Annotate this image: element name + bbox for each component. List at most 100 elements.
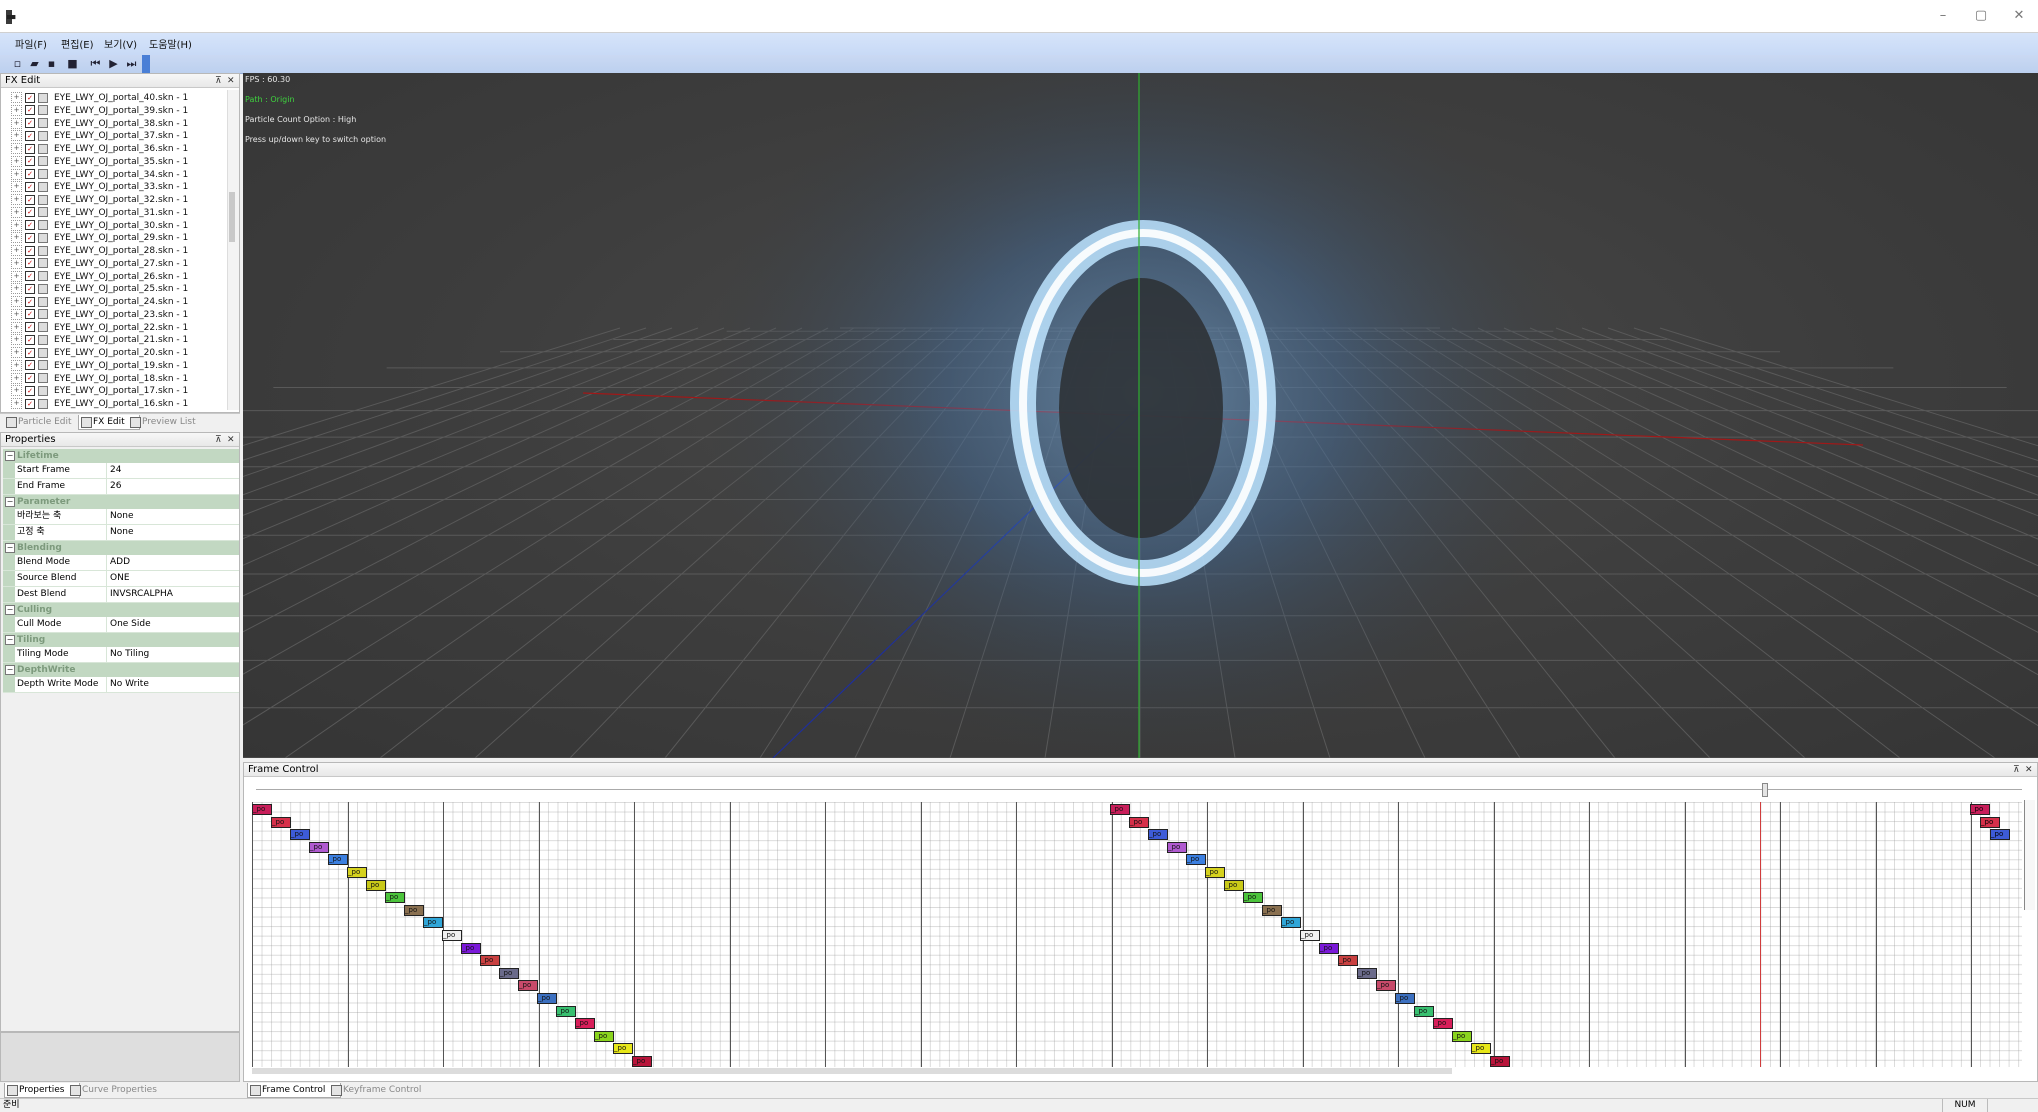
expand-icon[interactable]: + [11,92,22,103]
expand-icon[interactable]: + [11,347,22,358]
keyframe-block[interactable]: _po [1186,854,1206,866]
fx-scrollbar[interactable] [227,90,239,410]
visibility-checkbox[interactable]: ✓ [25,322,35,332]
visibility-checkbox[interactable]: ✓ [25,271,35,281]
keyframe-block[interactable]: _po [1471,1043,1491,1055]
keyframe-block[interactable]: _po [347,867,367,878]
panel-close-icon[interactable]: ✕ [227,433,235,447]
keyframe-block[interactable]: _po [1970,804,1990,815]
visibility-checkbox[interactable]: ✓ [25,309,35,320]
expand-icon[interactable]: + [11,232,22,244]
keyframe-block[interactable]: _po [271,816,291,828]
tab-frame-control[interactable]: Frame Control [247,1083,341,1098]
expand-icon[interactable]: + [11,321,22,333]
expand-icon[interactable]: + [11,219,22,231]
keyframe-block[interactable]: _po [1319,942,1339,954]
tab-particle-edit[interactable]: Particle Edit [4,415,88,429]
menu-edit[interactable]: 편집(E) [58,36,97,51]
property-value[interactable]: ADD [107,555,130,570]
expand-icon[interactable]: + [11,245,22,256]
menu-file[interactable]: 파일(F) [12,36,50,51]
expand-icon[interactable]: + [11,372,22,384]
visibility-checkbox[interactable]: ✓ [25,194,35,205]
expand-icon[interactable]: + [11,155,22,167]
property-value[interactable]: 26 [107,479,121,494]
keyframe-block[interactable]: _po [1148,829,1168,841]
property-row[interactable]: Source Blend ONE [3,571,239,587]
expand-icon[interactable]: + [11,359,22,371]
fx-scroll-thumb[interactable] [229,192,235,242]
visibility-checkbox[interactable]: ✓ [25,181,35,192]
visibility-checkbox[interactable]: ✓ [25,130,35,141]
keyframe-block[interactable]: _po [385,892,405,904]
visibility-checkbox[interactable]: ✓ [25,169,35,179]
property-row[interactable]: End Frame 26 [3,479,239,495]
keyframe-block[interactable]: _po [518,980,538,992]
visibility-checkbox[interactable]: ✓ [25,143,35,154]
keyframe-block[interactable]: _po [480,955,500,967]
property-row[interactable]: Tiling Mode No Tiling [3,647,239,663]
property-category[interactable]: − DepthWrite [3,663,239,677]
keyframe-block[interactable]: _po [537,993,557,1004]
property-value[interactable]: None [107,525,133,540]
keyframe-block[interactable]: _po [1300,930,1320,941]
fx-tree-item[interactable]: + ✓ EYE_LWY_OJ_portal_22.skn - 1 [11,321,221,335]
keyframe-block[interactable]: _po [1167,841,1187,853]
expand-icon[interactable]: + [11,270,22,282]
keyframe-block[interactable]: _po [1338,955,1358,967]
fx-tree-item[interactable]: + ✓ EYE_LWY_OJ_portal_39.skn - 1 [11,104,221,118]
property-row[interactable]: 고정 축 None [3,525,239,541]
frame-grid[interactable]: _po _po _po _po _po _po _po _po _po _po _po _po _po _… [252,802,2022,1067]
keyframe-block[interactable]: _po [1990,829,2010,841]
visibility-checkbox[interactable]: ✓ [25,92,35,103]
visibility-checkbox[interactable]: ✓ [25,373,35,383]
expand-icon[interactable]: + [11,398,22,409]
keyframe-block[interactable]: _po [290,829,310,841]
property-row[interactable]: 바라보는 축 None [3,509,239,525]
fx-tree-item[interactable]: + ✓ EYE_LWY_OJ_portal_37.skn - 1 [11,130,221,143]
expand-icon[interactable]: + [11,283,22,295]
fx-tree-item[interactable]: + ✓ EYE_LWY_OJ_portal_20.skn - 1 [11,347,221,360]
visibility-checkbox[interactable]: ✓ [25,296,35,307]
expand-icon[interactable]: + [11,206,22,218]
visibility-checkbox[interactable]: ✓ [25,156,35,167]
keyframe-block[interactable]: _po [1243,892,1263,904]
keyframe-block[interactable]: _po [594,1030,614,1042]
fx-tree-item[interactable]: + ✓ EYE_LWY_OJ_portal_25.skn - 1 [11,283,221,296]
expand-icon[interactable]: + [11,143,22,154]
collapse-icon[interactable]: − [5,665,15,675]
property-category[interactable]: − Culling [3,603,239,617]
property-value[interactable]: INVSRCALPHA [107,587,173,602]
fx-tree-item[interactable]: + ✓ EYE_LWY_OJ_portal_27.skn - 1 [11,257,221,271]
open-folder-icon[interactable]: ▰ [27,56,42,71]
next-frame-icon[interactable]: ⏭ [124,56,139,71]
property-row[interactable]: Start Frame 24 [3,463,239,479]
keyframe-block[interactable]: _po [632,1056,652,1067]
frame-vscroll[interactable] [2024,800,2035,910]
expand-icon[interactable]: + [11,257,22,269]
visibility-checkbox[interactable]: ✓ [25,258,35,269]
fx-tree-item[interactable]: + ✓ EYE_LWY_OJ_portal_34.skn - 1 [11,168,221,182]
fx-tree-item[interactable]: + ✓ EYE_LWY_OJ_portal_23.skn - 1 [11,308,221,322]
visibility-checkbox[interactable]: ✓ [25,360,35,371]
keyframe-block[interactable]: _po [613,1043,633,1055]
keyframe-block[interactable]: _po [252,804,272,815]
property-value[interactable]: 24 [107,463,121,478]
expand-icon[interactable]: + [11,181,22,193]
property-value[interactable]: No Write [107,677,149,692]
property-category[interactable]: − Blending [3,541,239,555]
expand-icon[interactable]: + [11,296,22,307]
keyframe-block[interactable]: _po [1224,879,1244,891]
collapse-icon[interactable]: − [5,605,15,615]
visibility-checkbox[interactable]: ✓ [25,118,35,128]
panel-close-icon[interactable]: ✕ [227,74,235,88]
tab-preview-list[interactable]: Preview List [128,415,212,429]
play-icon[interactable]: ▶ [106,56,121,71]
close-icon[interactable]: ✕ [2004,8,2034,24]
fx-tree-item[interactable]: + ✓ EYE_LWY_OJ_portal_28.skn - 1 [11,245,221,258]
property-value[interactable]: ONE [107,571,130,586]
fx-tree-item[interactable]: + ✓ EYE_LWY_OJ_portal_38.skn - 1 [11,117,221,131]
collapse-icon[interactable]: − [5,543,15,553]
minimize-icon[interactable]: – [1928,8,1958,24]
fx-tree-item[interactable]: + ✓ EYE_LWY_OJ_portal_26.skn - 1 [11,270,221,284]
